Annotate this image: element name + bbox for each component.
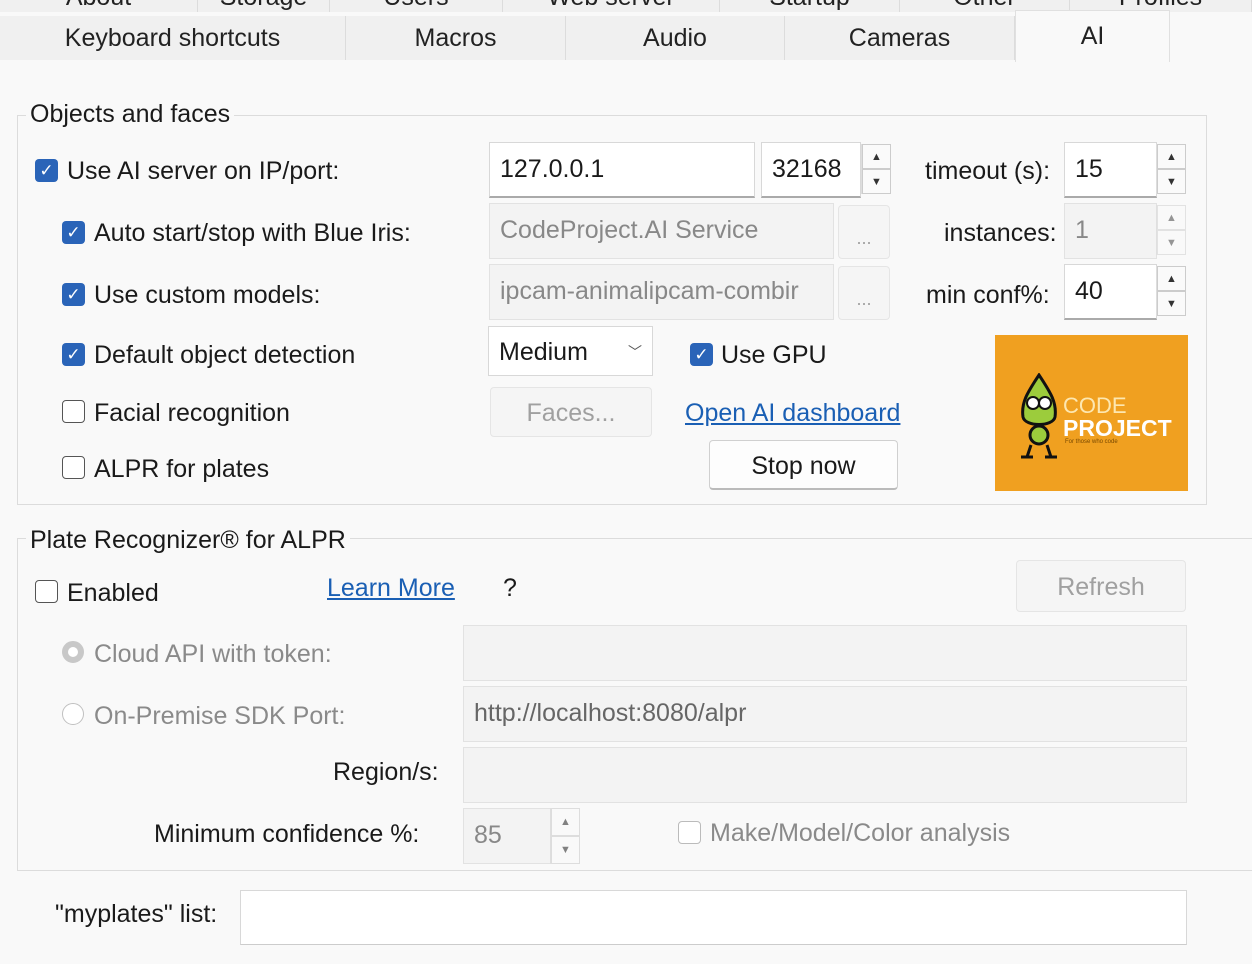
chevron-down-icon: ﹀ <box>628 344 642 360</box>
tab-web-server[interactable]: Web server <box>503 0 720 12</box>
use-gpu-label: Use GPU <box>721 341 827 369</box>
timeout-label: timeout (s): <box>925 157 1051 185</box>
facial-checkbox[interactable] <box>62 400 85 423</box>
detection-mode-select[interactable]: Medium ﹀ <box>488 326 653 376</box>
instances-input[interactable]: 1 <box>1064 203 1157 259</box>
tab-macros[interactable]: Macros <box>346 16 566 60</box>
port-input[interactable]: 32168 <box>761 142 861 198</box>
mascot-icon <box>1021 373 1057 459</box>
mmc-checkbox[interactable] <box>678 821 701 844</box>
myplates-input[interactable] <box>240 890 1187 945</box>
spin-up-icon[interactable]: ▲ <box>1157 266 1186 291</box>
mmc-label: Make/Model/Color analysis <box>710 819 1011 847</box>
timeout-spinner[interactable]: ▲ ▼ <box>1156 144 1186 194</box>
min-conf-label: min conf%: <box>926 281 1050 309</box>
region-label: Region/s: <box>333 758 439 786</box>
auto-start-label: Auto start/stop with Blue Iris: <box>94 219 411 247</box>
alpr-label: ALPR for plates <box>94 455 270 483</box>
min-conf-spinner[interactable]: ▲ ▼ <box>1156 266 1186 316</box>
plate-min-conf-spinner[interactable]: ▲ ▼ <box>550 808 580 864</box>
tab-cameras[interactable]: Cameras <box>785 16 1015 60</box>
min-conf-input[interactable]: 40 <box>1064 264 1157 320</box>
logo-project-text: PROJECT <box>1063 415 1172 441</box>
enabled-checkbox[interactable] <box>35 580 58 603</box>
models-browse-button[interactable]: ... <box>838 266 890 320</box>
spin-down-icon[interactable]: ▼ <box>862 169 891 194</box>
spin-up-icon[interactable]: ▲ <box>862 144 891 169</box>
spin-down-icon[interactable]: ▼ <box>1157 291 1186 316</box>
region-input[interactable] <box>463 747 1187 803</box>
plate-min-conf-label: Minimum confidence %: <box>154 820 420 848</box>
spin-up-icon[interactable]: ▲ <box>1157 205 1186 230</box>
codeproject-logo: CODE PROJECT For those who code <box>995 335 1188 491</box>
objects-group-title: Objects and faces <box>26 100 235 129</box>
detection-mode-value: Medium <box>499 338 588 366</box>
cloud-api-radio[interactable] <box>62 641 84 663</box>
service-browse-button[interactable]: ... <box>838 205 890 259</box>
default-detection-label: Default object detection <box>94 341 356 369</box>
facial-label: Facial recognition <box>94 399 290 427</box>
open-ai-dashboard-link[interactable]: Open AI dashboard <box>685 399 900 428</box>
models-input[interactable]: ipcam-animalipcam-combir <box>489 264 834 320</box>
cloud-token-input[interactable] <box>463 625 1187 681</box>
tab-about[interactable]: About <box>0 0 198 12</box>
spin-down-icon[interactable]: ▼ <box>1157 169 1186 194</box>
custom-models-label: Use custom models: <box>94 281 321 309</box>
instances-spinner[interactable]: ▲ ▼ <box>1156 205 1186 255</box>
faces-button[interactable]: Faces... <box>490 387 652 437</box>
ip-input[interactable]: 127.0.0.1 <box>489 142 755 198</box>
alpr-checkbox[interactable] <box>62 456 85 479</box>
default-detection-checkbox[interactable]: ✓ <box>62 343 85 366</box>
use-ai-server-checkbox[interactable]: ✓ <box>35 159 58 182</box>
use-ai-server-label: Use AI server on IP/port: <box>67 157 340 185</box>
port-spinner[interactable]: ▲ ▼ <box>861 144 891 194</box>
help-button[interactable]: ? <box>503 574 517 603</box>
spin-down-icon[interactable]: ▼ <box>1157 230 1186 255</box>
logo-tagline: For those who code <box>1065 439 1118 445</box>
cloud-api-label: Cloud API with token: <box>94 640 332 668</box>
tab-keyboard-shortcuts[interactable]: Keyboard shortcuts <box>0 16 346 60</box>
plate-min-conf-input[interactable]: 85 <box>463 808 551 864</box>
refresh-button[interactable]: Refresh <box>1016 560 1186 612</box>
spin-up-icon[interactable]: ▲ <box>1157 144 1186 169</box>
sdk-url-input[interactable]: http://localhost:8080/alpr <box>463 686 1187 742</box>
auto-start-checkbox[interactable]: ✓ <box>62 221 85 244</box>
spin-up-icon[interactable]: ▲ <box>551 808 580 836</box>
tab-users[interactable]: Users <box>330 0 503 12</box>
learn-more-link[interactable]: Learn More <box>327 574 455 603</box>
plate-group-title: Plate Recognizer® for ALPR <box>26 526 350 555</box>
timeout-input[interactable]: 15 <box>1064 142 1157 198</box>
tab-audio[interactable]: Audio <box>566 16 785 60</box>
custom-models-checkbox[interactable]: ✓ <box>62 283 85 306</box>
use-gpu-checkbox[interactable]: ✓ <box>690 343 713 366</box>
service-input[interactable]: CodeProject.AI Service <box>489 203 834 259</box>
instances-label: instances: <box>944 219 1057 247</box>
enabled-label: Enabled <box>67 579 159 607</box>
spin-down-icon[interactable]: ▼ <box>551 836 580 864</box>
stop-now-button[interactable]: Stop now <box>709 440 898 490</box>
myplates-label: "myplates" list: <box>55 900 218 928</box>
sdk-port-radio[interactable] <box>62 703 84 725</box>
tab-ai[interactable]: AI <box>1015 10 1170 62</box>
sdk-port-label: On-Premise SDK Port: <box>94 702 346 730</box>
tab-startup[interactable]: Startup <box>720 0 900 12</box>
tab-storage[interactable]: Storage <box>198 0 330 12</box>
